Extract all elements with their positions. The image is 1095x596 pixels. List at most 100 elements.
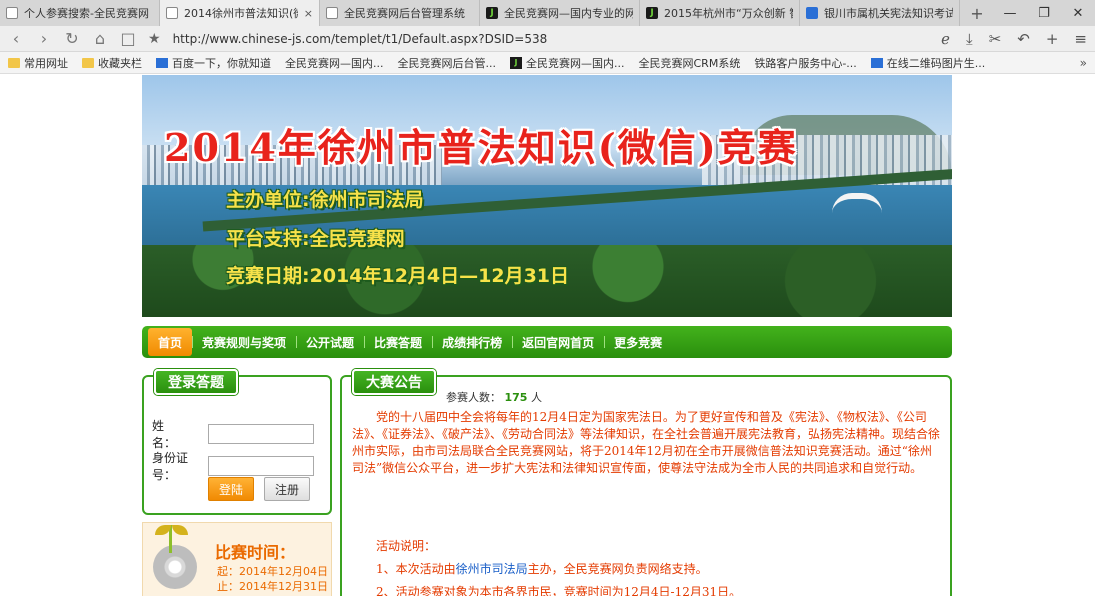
bookmark-label: 百度一下，你就知道 bbox=[172, 56, 271, 70]
nav-rules[interactable]: 竞赛规则与奖项 bbox=[192, 326, 296, 358]
web-page: 2014年徐州市普法知识(微信)竞赛 主办单位:徐州市司法局 平台支持:全民竞赛… bbox=[0, 75, 1095, 596]
page-icon bbox=[6, 7, 18, 19]
close-tab-icon[interactable]: × bbox=[304, 7, 313, 20]
login-button[interactable]: 登陆 bbox=[208, 477, 254, 501]
name-row: 姓 名： bbox=[152, 417, 314, 451]
bookmark-item[interactable]: 在线二维码图片生... bbox=[870, 55, 986, 71]
activity-item: 2、活动参赛对象为本市各界市民，竞赛时间为12月4日-12月31日。 bbox=[376, 585, 742, 596]
js-site-icon: J bbox=[510, 56, 522, 69]
back-icon[interactable]: ‹ bbox=[8, 29, 24, 48]
home-icon[interactable]: ⌂ bbox=[92, 29, 108, 48]
participants-label: 参赛人数： bbox=[446, 391, 501, 404]
bookmark-item[interactable]: J 全民竞赛网—国内... bbox=[510, 55, 625, 71]
banner-title: 2014年徐州市普法知识(微信)竞赛 bbox=[164, 125, 798, 170]
bookmark-label: 全民竞赛网—国内... bbox=[526, 56, 625, 70]
browser-tab[interactable]: J 2015年杭州市“万众创新 智 bbox=[640, 0, 800, 26]
schedule-box: 比赛时间： 起：2014年12月04日 止：2014年12月31日 bbox=[142, 522, 332, 596]
bookmark-item[interactable]: 铁路客户服务中心-... bbox=[0, 55, 857, 138]
nav-official-site[interactable]: 返回官网首页 bbox=[512, 326, 604, 358]
browser-tab[interactable]: J 全民竞赛网—国内专业的网络 bbox=[480, 0, 640, 26]
js-site-icon: J bbox=[486, 7, 498, 19]
activity-text: 1、本次活动由 bbox=[376, 562, 456, 576]
tab-strip: 个人参赛搜索-全民竞赛网 2014徐州市普法知识(微信) × 全民竞赛网后台管理… bbox=[0, 0, 1095, 26]
page-icon bbox=[166, 7, 178, 19]
schedule-title: 比赛时间： bbox=[215, 543, 296, 562]
main-nav: 首页 竞赛规则与奖项 公开试题 比赛答题 成绩排行榜 返回官网首页 更多竞赛 bbox=[142, 326, 952, 358]
bookmark-item[interactable]: 常用网址 bbox=[8, 55, 68, 71]
browser-tab[interactable]: 个人参赛搜索-全民竞赛网 bbox=[0, 0, 160, 26]
browser-tab[interactable]: 全民竞赛网后台管理系统 bbox=[320, 0, 480, 26]
browser-tab-active[interactable]: 2014徐州市普法知识(微信) × bbox=[160, 0, 320, 26]
schedule-end: 止：2014年12月31日 bbox=[217, 580, 328, 593]
menu-icon[interactable]: ≡ bbox=[1074, 30, 1087, 48]
banner-date: 竞赛日期:2014年12月4日—12月31日 bbox=[226, 265, 570, 287]
bookmark-item[interactable]: 全民竞赛网—国内... bbox=[0, 55, 384, 138]
bookmark-label: 铁路客户服务中心-... bbox=[754, 56, 857, 70]
nav-home[interactable]: 首页 bbox=[148, 328, 193, 356]
login-title: 登录答题 bbox=[154, 369, 238, 395]
participant-count: 参赛人数： 175 人 bbox=[446, 389, 542, 405]
address-bar: ‹ › ↻ ⌂ □ ★ http://www.chinese-js.com/te… bbox=[0, 26, 1095, 52]
forward-icon[interactable]: › bbox=[36, 29, 52, 48]
page-icon bbox=[326, 7, 338, 19]
organizer-link[interactable]: 徐州市司法局 bbox=[456, 562, 528, 576]
nav-more-contests[interactable]: 更多竞赛 bbox=[604, 326, 672, 358]
minimize-button[interactable]: — bbox=[993, 0, 1027, 26]
js-site-icon: J bbox=[646, 7, 658, 19]
sprout-icon bbox=[155, 525, 188, 553]
nav-ranking[interactable]: 成绩排行榜 bbox=[432, 326, 512, 358]
folder-icon bbox=[82, 57, 94, 68]
ie-mode-icon[interactable]: ℯ bbox=[941, 30, 950, 48]
baidu-icon bbox=[156, 57, 168, 68]
notice-panel: 大赛公告 参赛人数： 175 人 党的十八届四中全会将每年的12月4日定为国家宪… bbox=[340, 369, 952, 596]
window-controls: — ❐ ✕ bbox=[993, 0, 1095, 26]
id-number-input[interactable] bbox=[208, 456, 314, 476]
bookmark-item[interactable]: 收藏夹栏 bbox=[82, 55, 142, 71]
new-tab-button[interactable]: + bbox=[960, 0, 994, 26]
activity-title: 活动说明： bbox=[376, 539, 437, 553]
login-panel: 登录答题 姓 名： 身份证号： 登陆 注册 bbox=[142, 369, 332, 515]
banner-organizer: 主办单位:徐州市司法局 bbox=[226, 189, 424, 211]
bookmarks-more-icon[interactable]: » bbox=[1080, 56, 1087, 70]
bookmark-label: 常用网址 bbox=[24, 56, 68, 70]
qrcode-icon bbox=[870, 57, 883, 68]
participants-number: 175 bbox=[504, 391, 528, 404]
site-icon bbox=[806, 7, 818, 19]
bookmark-label: 在线二维码图片生... bbox=[886, 56, 986, 70]
tab-title: 2014徐州市普法知识(微信) bbox=[184, 7, 298, 20]
bookmark-label: 全民竞赛网CRM系统 bbox=[638, 56, 741, 70]
name-label: 姓 名： bbox=[152, 419, 189, 450]
id-label: 身份证号： bbox=[152, 451, 189, 482]
nav-public-questions[interactable]: 公开试题 bbox=[296, 326, 364, 358]
name-input[interactable] bbox=[208, 424, 314, 444]
bookmark-label: 全民竞赛网后台管... bbox=[397, 56, 497, 70]
url-field[interactable]: http://www.chinese-js.com/templet/t1/Def… bbox=[173, 32, 930, 46]
schedule-start: 起：2014年12月04日 bbox=[217, 565, 328, 578]
bookmark-label: 收藏夹栏 bbox=[98, 56, 142, 70]
refresh-icon[interactable]: ↻ bbox=[64, 29, 80, 48]
notice-title: 大赛公告 bbox=[352, 369, 436, 395]
banner-image: 2014年徐州市普法知识(微信)竞赛 主办单位:徐州市司法局 平台支持:全民竞赛… bbox=[142, 75, 952, 317]
activity-item: 1、本次活动由徐州市司法局主办，全民竞赛网负责网络支持。 bbox=[376, 560, 708, 577]
add-icon[interactable]: + bbox=[1046, 30, 1059, 48]
tab-title: 全民竞赛网—国内专业的网络 bbox=[504, 7, 633, 20]
undo-icon[interactable]: ↶ bbox=[1017, 30, 1030, 48]
bookmark-item[interactable]: 全民竞赛网CRM系统 bbox=[0, 55, 741, 138]
bookmark-item[interactable]: 百度一下，你就知道 bbox=[156, 55, 271, 71]
download-icon[interactable]: ⤓ bbox=[966, 30, 973, 48]
tab-title: 个人参赛搜索-全民竞赛网 bbox=[24, 7, 149, 20]
reader-icon[interactable]: □ bbox=[120, 29, 136, 48]
browser-tab[interactable]: 银川市属机关宪法知识考试 bbox=[800, 0, 960, 26]
close-window-button[interactable]: ✕ bbox=[1061, 0, 1095, 26]
cut-icon[interactable]: ✂ bbox=[989, 30, 1002, 48]
banner-platform: 平台支持:全民竞赛网 bbox=[226, 228, 405, 250]
bookmark-label: 全民竞赛网—国内... bbox=[285, 56, 384, 70]
tab-title: 全民竞赛网后台管理系统 bbox=[344, 7, 465, 20]
register-button[interactable]: 注册 bbox=[264, 477, 310, 501]
participants-unit: 人 bbox=[530, 391, 542, 404]
bookmark-item[interactable]: 全民竞赛网后台管... bbox=[0, 55, 497, 138]
folder-icon bbox=[8, 57, 20, 68]
favorite-star-icon[interactable]: ★ bbox=[148, 31, 161, 47]
maximize-button[interactable]: ❐ bbox=[1027, 0, 1061, 26]
nav-answer[interactable]: 比赛答题 bbox=[364, 326, 432, 358]
